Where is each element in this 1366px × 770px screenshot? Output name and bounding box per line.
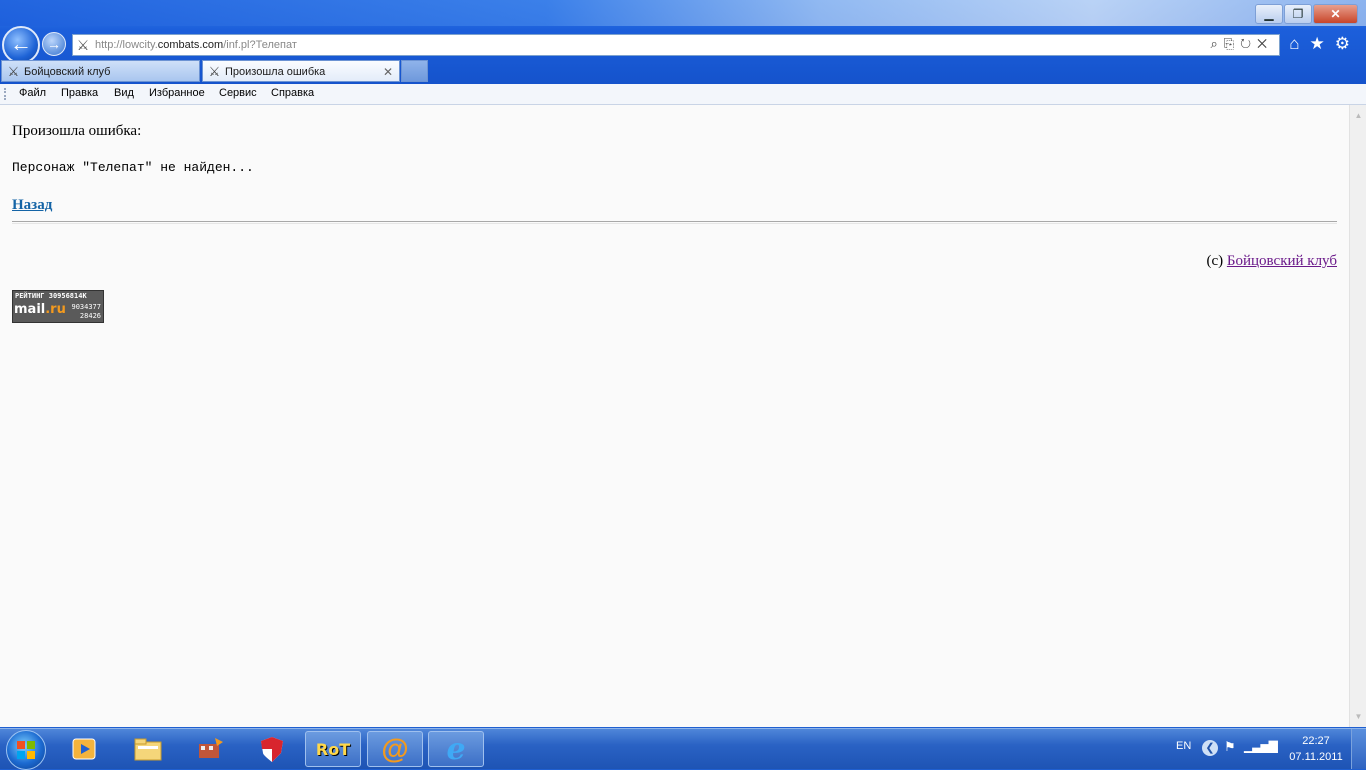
shield-icon[interactable] — [244, 731, 300, 767]
menu-tools[interactable]: Сервис — [219, 87, 257, 99]
tab-close-icon[interactable]: ✕ — [383, 61, 393, 83]
restore-button[interactable]: ❐ — [1284, 4, 1312, 24]
home-icon[interactable]: ⌂ — [1289, 34, 1309, 53]
copyright-link[interactable]: Бойцовский клуб — [1227, 253, 1337, 269]
forward-button[interactable]: → — [42, 32, 66, 56]
menu-grip — [4, 88, 8, 100]
copyright-prefix: (c) — [1206, 253, 1224, 269]
command-icons: ⌂★⚙ — [1289, 34, 1360, 54]
star-icon[interactable]: ★ — [1310, 34, 1335, 53]
show-desktop-button[interactable] — [1351, 729, 1366, 769]
gear-icon[interactable]: ⚙ — [1335, 34, 1360, 53]
copyright: (c) Бойцовский клуб — [1206, 253, 1337, 270]
refresh-icon[interactable]: ↻ — [1240, 36, 1257, 51]
system-tray: EN ❮ ⚑ ▁▃▅▇ 22:27 07.11.2011 — [1176, 729, 1366, 769]
browser-chrome: ▁ ❐ ✕ ← → ⚔ http://lowcity.combats.com/i… — [0, 0, 1366, 84]
tab-error[interactable]: ⚔ Произошла ошибка ✕ — [202, 60, 400, 82]
counter-value: 28426 — [79, 312, 101, 320]
tab-label: Произошла ошибка — [225, 66, 326, 78]
tab-label: Бойцовский клуб — [24, 66, 111, 78]
language-indicator[interactable]: EN — [1176, 740, 1191, 752]
mail-agent-icon[interactable]: @ — [367, 731, 423, 767]
rot-label: RoT — [315, 739, 351, 759]
tab-favicon-icon: ⚔ — [7, 64, 20, 79]
tab-fight-club[interactable]: ⚔ Бойцовский клуб — [1, 60, 200, 82]
search-icon[interactable]: ⌕ — [1210, 36, 1223, 51]
windows-logo-icon — [17, 741, 35, 759]
scroll-down-icon[interactable]: ▼ — [1352, 710, 1365, 723]
error-message: Персонаж "Телепат" не найден... — [12, 160, 254, 175]
game-icon[interactable] — [182, 731, 238, 767]
vertical-scrollbar[interactable]: ▲ ▼ — [1349, 105, 1366, 727]
menu-edit[interactable]: Правка — [61, 87, 98, 99]
minimize-button[interactable]: ▁ — [1255, 4, 1283, 24]
divider — [12, 221, 1337, 224]
close-button[interactable]: ✕ — [1313, 4, 1358, 24]
explorer-icon[interactable] — [120, 731, 176, 767]
page-content: Произошла ошибка: Персонаж "Телепат" не … — [0, 105, 1349, 727]
mailru-rating-counter[interactable]: РЕЙТИНГ 30956814K mail.ru 9034377 28426 — [12, 290, 104, 323]
start-button[interactable] — [6, 730, 46, 770]
back-button[interactable]: ← — [2, 26, 40, 64]
address-bar[interactable]: ⚔ http://lowcity.combats.com/inf.pl?Теле… — [72, 34, 1280, 56]
tab-favicon-icon: ⚔ — [208, 64, 221, 79]
counter-value: 9034377 — [71, 303, 101, 311]
menu-view[interactable]: Вид — [114, 87, 134, 99]
show-hidden-icons-icon[interactable]: ❮ — [1202, 740, 1218, 756]
counter-header: РЕЙТИНГ 30956814K — [15, 292, 87, 300]
address-url[interactable]: http://lowcity.combats.com/inf.pl?Телепа… — [95, 37, 297, 53]
compat-view-icon[interactable]: ⎘ — [1224, 36, 1240, 51]
mailru-logo: mail.ru — [14, 302, 66, 317]
menu-help[interactable]: Справка — [271, 87, 314, 99]
media-player-icon[interactable] — [56, 731, 112, 767]
address-tools: ⌕⎘↻✕ — [1210, 36, 1273, 52]
new-tab-button[interactable] — [401, 60, 428, 82]
tab-strip: ⚔ Бойцовский клуб ⚔ Произошла ошибка ✕ — [0, 60, 1366, 83]
signal-icon[interactable]: ▁▃▅▇ — [1244, 739, 1278, 753]
flag-icon[interactable]: ⚑ — [1224, 739, 1236, 755]
clock-time[interactable]: 22:27 — [1286, 735, 1346, 747]
back-link[interactable]: Назад — [12, 197, 52, 214]
menu-file[interactable]: Файл — [19, 87, 46, 99]
scroll-up-icon[interactable]: ▲ — [1352, 109, 1365, 122]
site-favicon-icon: ⚔ — [76, 37, 90, 53]
title-bar — [0, 0, 1366, 26]
ie-label: e — [446, 731, 466, 767]
clock-date[interactable]: 07.11.2011 — [1280, 751, 1352, 763]
rot-icon[interactable]: RoT — [305, 731, 361, 767]
error-title: Произошла ошибка: — [12, 123, 142, 139]
window-controls: ▁ ❐ ✕ — [1254, 4, 1358, 24]
menu-favorites[interactable]: Избранное — [149, 87, 205, 99]
internet-explorer-icon[interactable]: e — [428, 731, 484, 767]
stop-icon[interactable]: ✕ — [1257, 36, 1273, 51]
mail-agent-label: @ — [381, 733, 409, 764]
menu-bar: Файл Правка Вид Избранное Сервис Справка — [0, 84, 1366, 105]
taskbar: RoT @ e EN ❮ ⚑ ▁▃▅▇ 22:27 07.11.2011 — [0, 728, 1366, 770]
